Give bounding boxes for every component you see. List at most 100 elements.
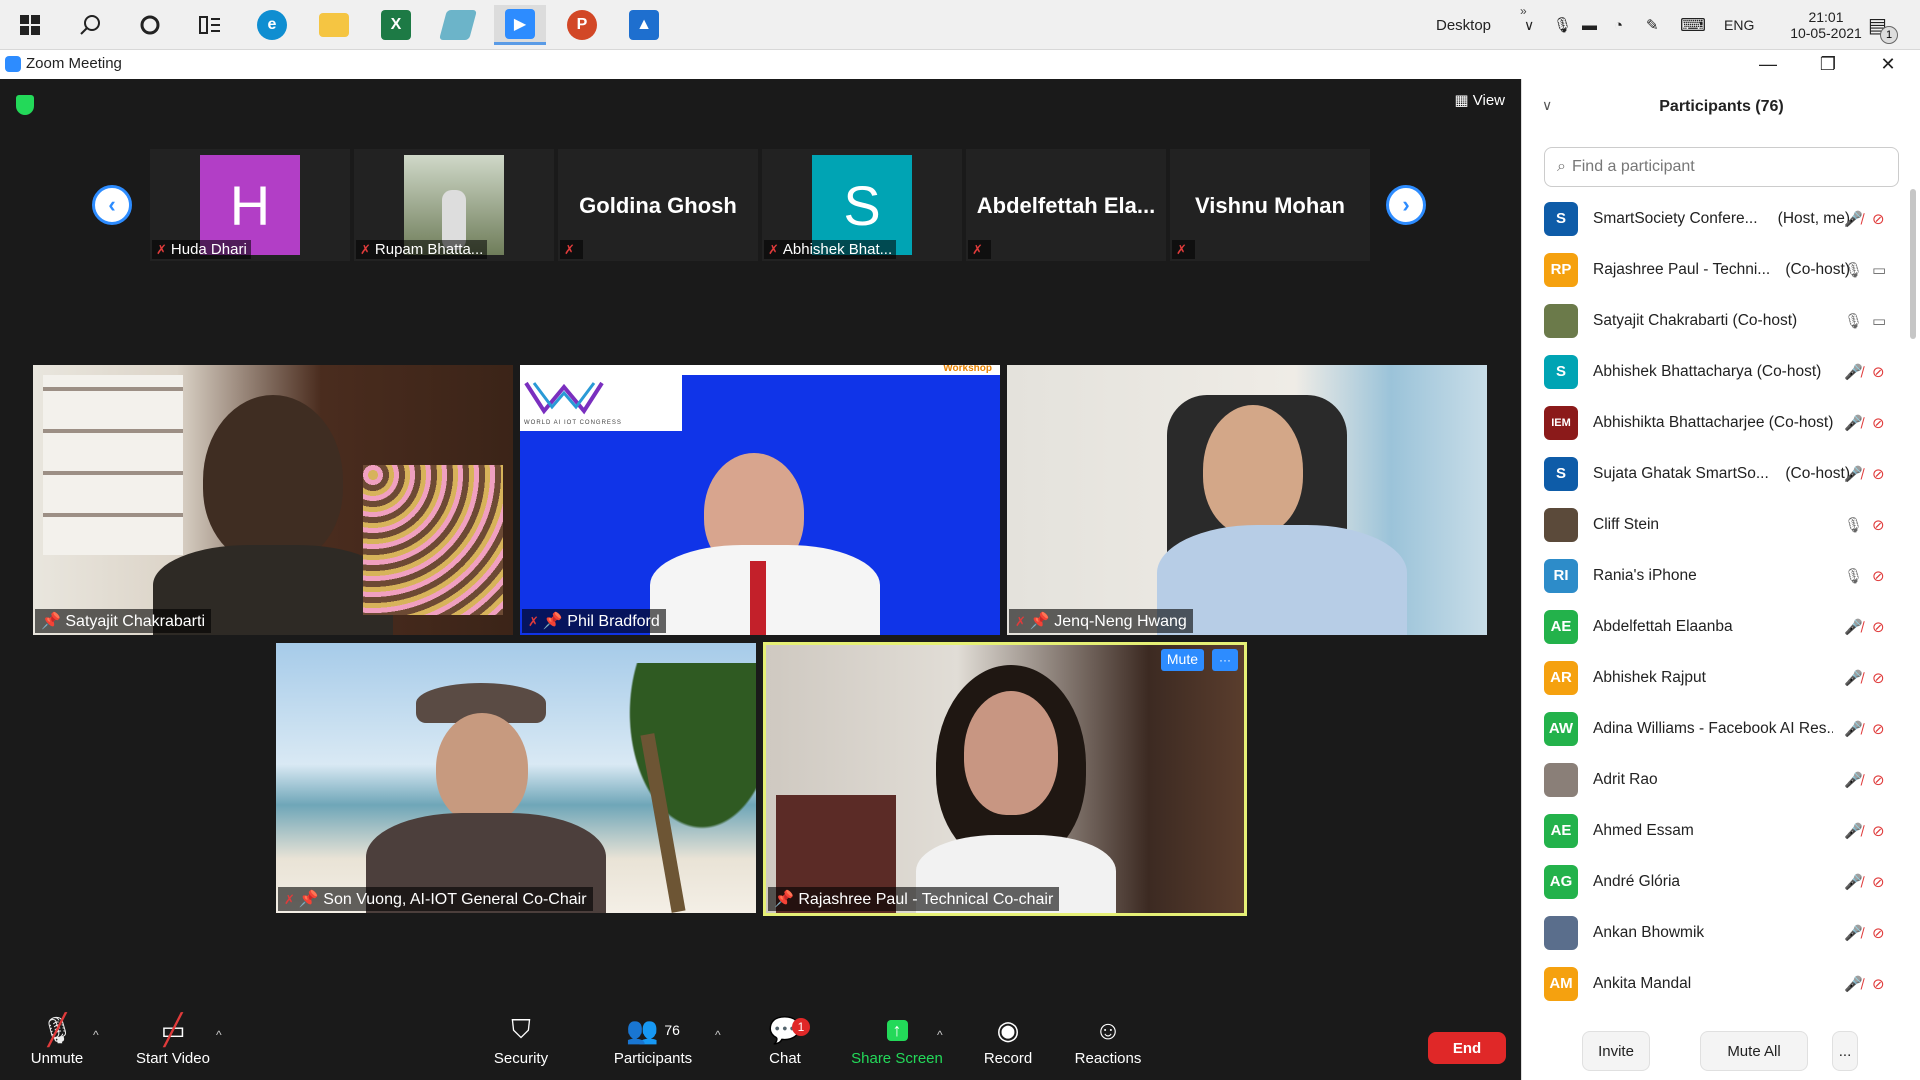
reactions-button[interactable]: ☺ Reactions xyxy=(1053,1010,1163,1080)
video-off-icon[interactable]: ⊘ xyxy=(1872,873,1885,891)
edge-browser-icon[interactable]: e xyxy=(246,5,298,45)
video-off-icon[interactable]: ⊘ xyxy=(1872,363,1885,381)
close-button[interactable]: ✕ xyxy=(1860,50,1916,79)
windows-start-icon[interactable] xyxy=(4,5,56,45)
participant-row[interactable]: S Sujata Ghatak SmartSo... (Co-host) 🎤̸ ⊘ xyxy=(1522,448,1912,499)
participant-row[interactable]: S Abhishek Bhattacharya (Co-host) 🎤̸ ⊘ xyxy=(1522,346,1912,397)
video-options-caret[interactable]: ^ xyxy=(216,1028,222,1042)
video-tile-phil[interactable]: Workshop WORLD AI IOT CONGRESS ✗ 📌 Phil B… xyxy=(520,365,1000,635)
strip-prev-button[interactable]: ‹ xyxy=(92,185,132,225)
video-tile-jenq[interactable]: ✗ 📌 Jenq-Neng Hwang xyxy=(1007,365,1487,635)
start-video-button[interactable]: ▭ ╱ Start Video xyxy=(118,1010,228,1080)
participant-row[interactable]: IEM Abhishikta Bhattacharjee (Co-host) 🎤̸ ⊘ xyxy=(1522,397,1912,448)
video-off-icon[interactable]: ⊘ xyxy=(1872,465,1885,483)
zoom-app-icon[interactable]: ▶ xyxy=(494,5,546,45)
video-off-icon[interactable]: ⊘ xyxy=(1872,924,1885,942)
participant-row[interactable]: AG André Glória 🎤̸ ⊘ xyxy=(1522,856,1912,907)
participant-row[interactable]: RI Rania's iPhone 🎙 ⊘ xyxy=(1522,550,1912,601)
mic-muted-icon[interactable]: 🎤̸ xyxy=(1844,669,1863,687)
share-screen-button[interactable]: ↑ Share Screen xyxy=(842,1010,952,1080)
microphone-icon[interactable]: 🎙 xyxy=(1844,261,1863,279)
generic-app-icon[interactable] xyxy=(432,5,484,45)
view-button[interactable]: ▦ View xyxy=(1454,91,1505,109)
participant-row[interactable]: AE Ahmed Essam 🎤̸ ⊘ xyxy=(1522,805,1912,856)
participant-row[interactable]: S SmartSociety Confere... (Host, me) 🎤̸ ⊘ xyxy=(1522,193,1912,244)
microphone-icon[interactable]: 🎙 xyxy=(1844,516,1863,534)
mic-muted-icon[interactable]: 🎤̸ xyxy=(1844,618,1863,636)
mic-muted-icon[interactable]: 🎤̸ xyxy=(1844,414,1863,432)
video-off-icon[interactable]: ⊘ xyxy=(1872,210,1885,228)
battery-icon[interactable]: ▬ xyxy=(1582,0,1597,50)
security-shield-icon[interactable] xyxy=(16,95,34,115)
video-off-icon[interactable]: ⊘ xyxy=(1872,822,1885,840)
video-off-icon[interactable]: ⊘ xyxy=(1872,669,1885,687)
search-icon[interactable] xyxy=(64,5,116,45)
participants-button[interactable]: 👥 76 Participants xyxy=(598,1010,708,1080)
chat-button[interactable]: 💬 Chat 1 xyxy=(730,1010,840,1080)
microphone-icon[interactable]: 🎙 xyxy=(1553,0,1572,50)
excel-icon[interactable]: X xyxy=(370,5,422,45)
participant-row[interactable]: AW Adina Williams - Facebook AI Res... 🎤̸ ⊘ xyxy=(1522,703,1912,754)
mute-participant-button[interactable]: Mute xyxy=(1160,649,1204,671)
video-off-icon[interactable]: ⊘ xyxy=(1872,567,1885,585)
video-off-icon[interactable]: ⊘ xyxy=(1872,414,1885,432)
mic-muted-icon[interactable]: 🎤̸ xyxy=(1844,210,1863,228)
mic-muted-icon[interactable]: 🎤̸ xyxy=(1844,465,1863,483)
strip-tile-abdelfettah[interactable]: Abdelfettah Ela... ✗ xyxy=(966,149,1166,261)
strip-tile-huda-dhari[interactable]: H ✗ Huda Dhari xyxy=(150,149,350,261)
mic-muted-icon[interactable]: 🎤̸ xyxy=(1844,975,1863,993)
participants-options-caret[interactable]: ^ xyxy=(715,1028,721,1042)
clock[interactable]: 21:01 10-05-2021 xyxy=(1786,0,1866,50)
video-off-icon[interactable]: ⊘ xyxy=(1872,771,1885,789)
panel-more-button[interactable]: ... xyxy=(1832,1031,1858,1071)
invite-button[interactable]: Invite xyxy=(1582,1031,1650,1071)
tray-desktop-label[interactable]: Desktop xyxy=(1436,0,1491,50)
powerpoint-icon[interactable]: P xyxy=(556,5,608,45)
mic-muted-icon[interactable]: 🎤̸ xyxy=(1844,924,1863,942)
video-camera-icon[interactable]: ▭ xyxy=(1872,312,1886,330)
mic-muted-icon[interactable]: 🎤̸ xyxy=(1844,822,1863,840)
video-off-icon[interactable]: ⊘ xyxy=(1872,516,1885,534)
file-explorer-icon[interactable] xyxy=(308,5,360,45)
more-options-button[interactable]: ··· xyxy=(1212,649,1238,671)
end-meeting-button[interactable]: End xyxy=(1428,1032,1506,1064)
video-camera-icon[interactable]: ▭ xyxy=(1872,261,1886,279)
security-button[interactable]: ⛉ Security xyxy=(466,1010,576,1080)
restore-button[interactable]: ❐ xyxy=(1800,50,1856,79)
panel-scrollbar[interactable] xyxy=(1910,189,1916,339)
video-tile-rajashree[interactable]: Mute ··· 📌 Rajashree Paul - Technical Co… xyxy=(763,642,1247,916)
wifi-icon[interactable]: ◔ xyxy=(1614,0,1623,50)
mic-muted-icon[interactable]: 🎤̸ xyxy=(1844,873,1863,891)
share-options-caret[interactable]: ^ xyxy=(937,1028,943,1042)
mute-all-button[interactable]: Mute All xyxy=(1700,1031,1808,1071)
video-tile-satyajit[interactable]: 📌 Satyajit Chakrabarti xyxy=(33,365,513,635)
task-view-icon[interactable] xyxy=(184,5,236,45)
strip-tile-rupam[interactable]: ✗ Rupam Bhatta... xyxy=(354,149,554,261)
mic-muted-icon[interactable]: 🎤̸ xyxy=(1844,363,1863,381)
participant-search-input[interactable]: ⌕ Find a participant xyxy=(1544,147,1899,187)
microphone-icon[interactable]: 🎙 xyxy=(1844,312,1863,330)
participant-row[interactable]: AM Ankita Mandal 🎤̸ ⊘ xyxy=(1522,958,1912,1009)
strip-tile-abhishek[interactable]: S ✗ Abhishek Bhat... xyxy=(762,149,962,261)
strip-tile-goldina-ghosh[interactable]: Goldina Ghosh ✗ xyxy=(558,149,758,261)
photos-icon[interactable]: ▲ xyxy=(618,5,670,45)
keyboard-icon[interactable]: ⌨ xyxy=(1680,0,1706,50)
language-indicator[interactable]: ENG xyxy=(1724,0,1754,50)
audio-options-caret[interactable]: ^ xyxy=(93,1028,99,1042)
strip-next-button[interactable]: › xyxy=(1386,185,1426,225)
participant-row[interactable]: AE Abdelfettah Elaanba 🎤̸ ⊘ xyxy=(1522,601,1912,652)
minimize-button[interactable]: — xyxy=(1740,50,1796,79)
chevron-down-icon[interactable]: ∨ xyxy=(1524,0,1534,50)
participant-row[interactable]: RP Rajashree Paul - Techni... (Co-host) 🎙 ▭ xyxy=(1522,244,1912,295)
video-off-icon[interactable]: ⊘ xyxy=(1872,618,1885,636)
participant-row[interactable]: Satyajit Chakrabarti (Co-host) 🎙 ▭ xyxy=(1522,295,1912,346)
participant-row[interactable]: Cliff Stein 🎙 ⊘ xyxy=(1522,499,1912,550)
record-button[interactable]: ◉ Record xyxy=(953,1010,1063,1080)
unmute-button[interactable]: 🎙 ╱ Unmute xyxy=(2,1010,112,1080)
cortana-icon[interactable] xyxy=(124,5,176,45)
mic-muted-icon[interactable]: 🎤̸ xyxy=(1844,720,1863,738)
mic-muted-icon[interactable]: 🎤̸ xyxy=(1844,771,1863,789)
video-off-icon[interactable]: ⊘ xyxy=(1872,720,1885,738)
video-tile-son[interactable]: ✗ 📌 Son Vuong, AI-IOT General Co-Chair xyxy=(276,643,756,913)
strip-tile-vishnu-mohan[interactable]: Vishnu Mohan ✗ xyxy=(1170,149,1370,261)
